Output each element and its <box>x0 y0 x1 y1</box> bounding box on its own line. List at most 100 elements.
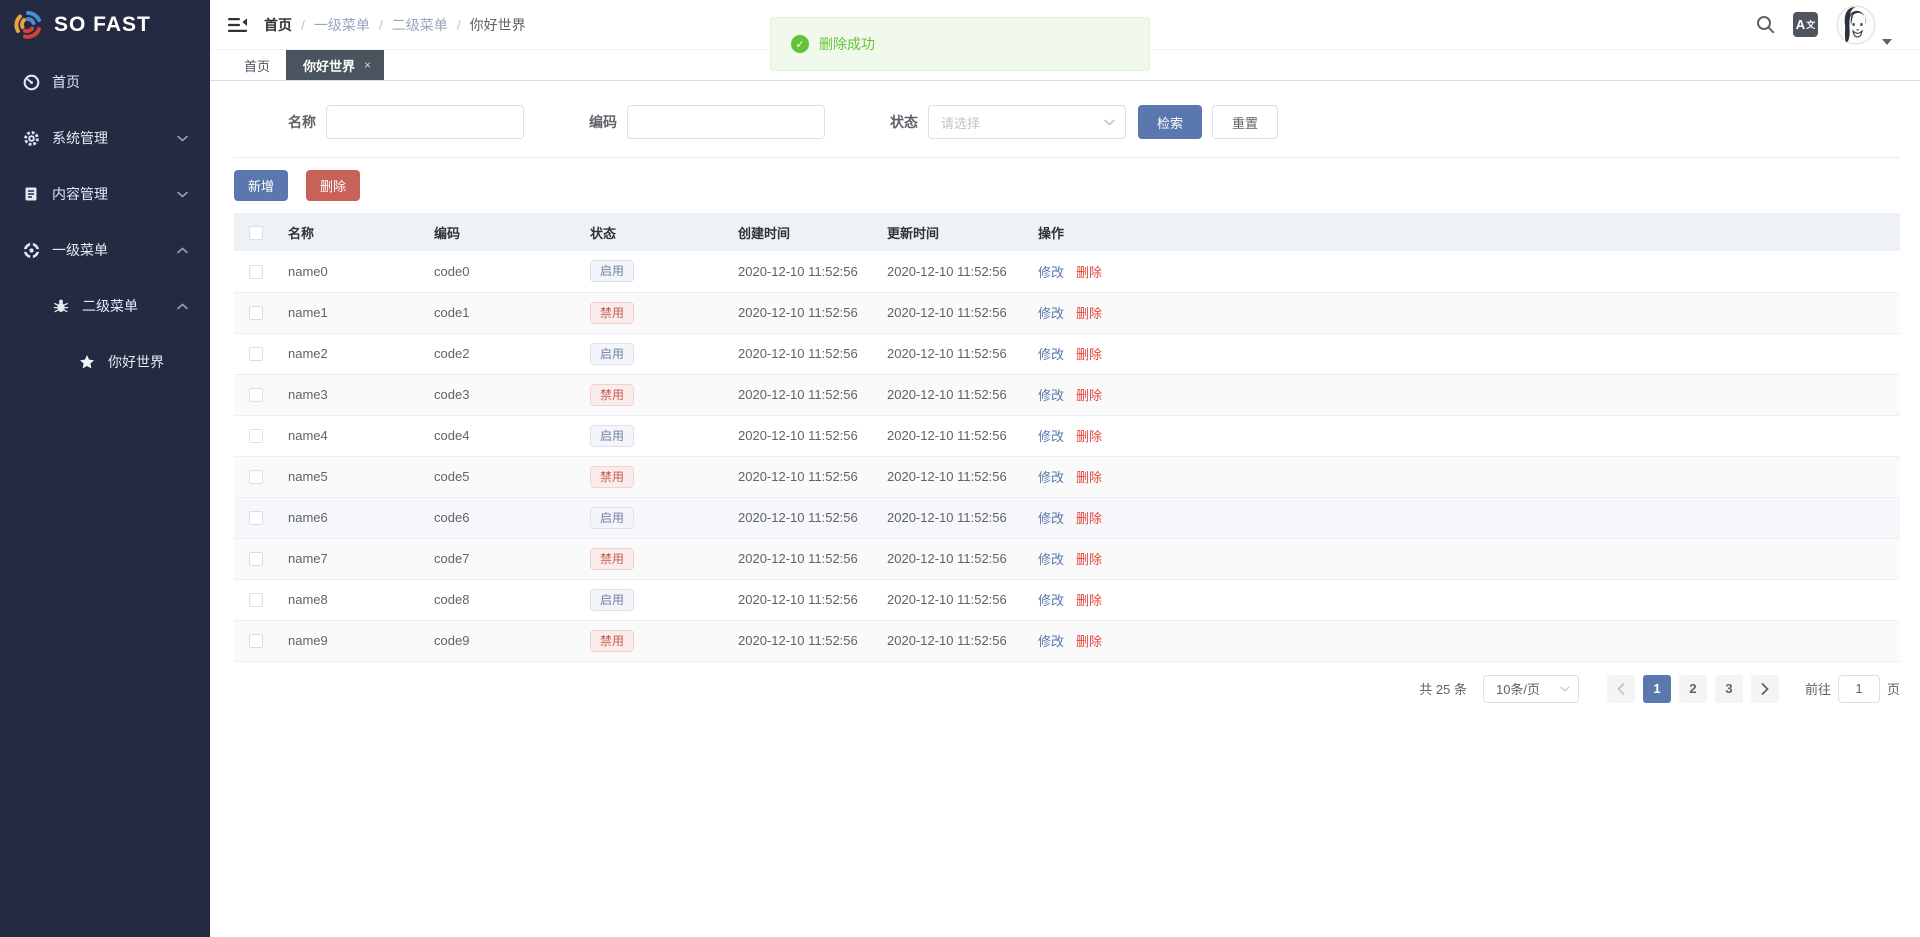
status-badge: 启用 <box>590 507 634 529</box>
edit-link[interactable]: 修改 <box>1038 511 1064 526</box>
delete-link[interactable]: 删除 <box>1076 306 1102 321</box>
sidebar: SO FAST 首页 系统管理 <box>0 0 210 937</box>
sidebar-item-system[interactable]: 系统管理 <box>0 110 210 166</box>
cell-updated: 2020-12-10 11:52:56 <box>877 415 1028 456</box>
sidebar-menu: 首页 系统管理 内容管理 <box>0 54 210 390</box>
delete-link[interactable]: 删除 <box>1076 552 1102 567</box>
row-checkbox[interactable] <box>249 306 263 320</box>
breadcrumb-separator: / <box>457 17 461 33</box>
reset-button[interactable]: 重置 <box>1212 105 1278 139</box>
form-divider <box>234 157 1900 158</box>
select-all-checkbox[interactable] <box>249 226 263 240</box>
delete-link[interactable]: 删除 <box>1076 634 1102 649</box>
cell-created: 2020-12-10 11:52:56 <box>728 251 877 292</box>
code-filter-label: 编码 <box>524 112 627 132</box>
avatar[interactable] <box>1836 5 1876 45</box>
page-jump: 前往 页 <box>1805 675 1900 703</box>
cell-created: 2020-12-10 11:52:56 <box>728 333 877 374</box>
chevron-down-icon <box>1560 686 1570 692</box>
logo[interactable]: SO FAST <box>0 0 210 50</box>
row-checkbox[interactable] <box>249 265 263 279</box>
chevron-up-icon <box>177 247 188 254</box>
cell-name: name5 <box>278 456 424 497</box>
success-toast: ✓ 删除成功 <box>770 17 1150 71</box>
sidebar-item-label: 首页 <box>52 72 80 92</box>
page-button-2[interactable]: 2 <box>1679 675 1707 703</box>
delete-link[interactable]: 删除 <box>1076 388 1102 403</box>
edit-link[interactable]: 修改 <box>1038 306 1064 321</box>
row-checkbox[interactable] <box>249 552 263 566</box>
breadcrumb-item-home[interactable]: 首页 <box>264 15 292 35</box>
sidebar-item-content[interactable]: 内容管理 <box>0 166 210 222</box>
cell-code: code8 <box>424 579 580 620</box>
tab-home[interactable]: 首页 <box>228 50 286 80</box>
sidebar-item-label: 二级菜单 <box>82 296 138 316</box>
delete-link[interactable]: 删除 <box>1076 265 1102 280</box>
delete-link[interactable]: 删除 <box>1076 593 1102 608</box>
tab-label: 你好世界 <box>303 56 355 75</box>
goto-label: 前往 <box>1805 679 1831 698</box>
breadcrumb: 首页 / 一级菜单 / 二级菜单 / 你好世界 <box>264 15 526 35</box>
content-icon <box>22 185 40 203</box>
row-checkbox[interactable] <box>249 429 263 443</box>
delete-button[interactable]: 删除 <box>306 170 360 201</box>
app-window: SO FAST 首页 系统管理 <box>0 0 1920 937</box>
cell-created: 2020-12-10 11:52:56 <box>728 538 877 579</box>
table-row: name2 code2 启用 2020-12-10 11:52:56 2020-… <box>234 333 1900 374</box>
delete-link[interactable]: 删除 <box>1076 470 1102 485</box>
table-row: name3 code3 禁用 2020-12-10 11:52:56 2020-… <box>234 374 1900 415</box>
edit-link[interactable]: 修改 <box>1038 347 1064 362</box>
table-row: name8 code8 启用 2020-12-10 11:52:56 2020-… <box>234 579 1900 620</box>
code-filter-input[interactable] <box>627 105 825 139</box>
row-checkbox[interactable] <box>249 593 263 607</box>
tab-hello-world[interactable]: 你好世界 × <box>286 50 384 80</box>
dashboard-icon <box>22 73 40 91</box>
table-row: name7 code7 禁用 2020-12-10 11:52:56 2020-… <box>234 538 1900 579</box>
row-checkbox[interactable] <box>249 634 263 648</box>
edit-link[interactable]: 修改 <box>1038 470 1064 485</box>
edit-link[interactable]: 修改 <box>1038 388 1064 403</box>
page-size-select[interactable]: 10条/页 <box>1483 675 1579 703</box>
close-icon[interactable]: × <box>364 59 371 71</box>
sidebar-item-level2-menu[interactable]: 二级菜单 <box>0 278 210 334</box>
status-filter-select[interactable]: 请选择 <box>928 105 1126 139</box>
row-checkbox[interactable] <box>249 388 263 402</box>
main-area: 首页 / 一级菜单 / 二级菜单 / 你好世界 A文 <box>210 0 1920 937</box>
table-row: name6 code6 启用 2020-12-10 11:52:56 2020-… <box>234 497 1900 538</box>
row-checkbox[interactable] <box>249 347 263 361</box>
chevron-up-icon <box>177 303 188 310</box>
delete-link[interactable]: 删除 <box>1076 511 1102 526</box>
delete-link[interactable]: 删除 <box>1076 429 1102 444</box>
search-button[interactable]: 检索 <box>1138 105 1202 139</box>
edit-link[interactable]: 修改 <box>1038 593 1064 608</box>
delete-link[interactable]: 删除 <box>1076 347 1102 362</box>
cell-updated: 2020-12-10 11:52:56 <box>877 333 1028 374</box>
row-checkbox[interactable] <box>249 470 263 484</box>
cell-updated: 2020-12-10 11:52:56 <box>877 620 1028 661</box>
prev-page-button[interactable] <box>1607 675 1635 703</box>
edit-link[interactable]: 修改 <box>1038 634 1064 649</box>
cell-updated: 2020-12-10 11:52:56 <box>877 497 1028 538</box>
language-icon[interactable]: A文 <box>1793 12 1818 37</box>
sidebar-item-hello-world[interactable]: 你好世界 <box>0 334 210 390</box>
name-filter-input[interactable] <box>326 105 524 139</box>
edit-link[interactable]: 修改 <box>1038 265 1064 280</box>
sidebar-item-level1-menu[interactable]: 一级菜单 <box>0 222 210 278</box>
add-button[interactable]: 新增 <box>234 170 288 201</box>
page-content: 名称 编码 状态 请选择 检索 重置 新增 删除 <box>210 81 1920 703</box>
gear-icon <box>22 129 40 147</box>
sidebar-item-home[interactable]: 首页 <box>0 54 210 110</box>
page-button-1[interactable]: 1 <box>1643 675 1671 703</box>
user-menu[interactable] <box>1836 5 1892 45</box>
edit-link[interactable]: 修改 <box>1038 429 1064 444</box>
data-table: 名称 编码 状态 创建时间 更新时间 操作 name0 code0 启用 20 <box>234 213 1900 662</box>
search-icon[interactable] <box>1756 15 1775 34</box>
cell-created: 2020-12-10 11:52:56 <box>728 456 877 497</box>
cell-code: code7 <box>424 538 580 579</box>
row-checkbox[interactable] <box>249 511 263 525</box>
page-button-3[interactable]: 3 <box>1715 675 1743 703</box>
sidebar-toggle-icon[interactable] <box>228 16 248 34</box>
edit-link[interactable]: 修改 <box>1038 552 1064 567</box>
goto-page-input[interactable] <box>1838 675 1880 703</box>
next-page-button[interactable] <box>1751 675 1779 703</box>
